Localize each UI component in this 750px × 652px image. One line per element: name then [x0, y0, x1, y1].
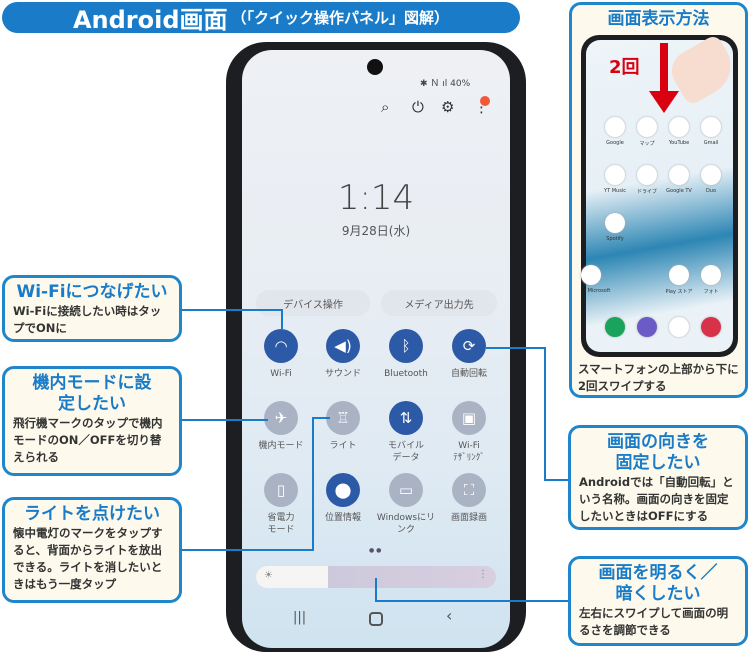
callout-title: 機内モードに設定したい: [32, 373, 152, 414]
callout-text: 左右にスワイプして画面の明るさを調節できる: [579, 606, 729, 637]
app-icon[interactable]: [637, 117, 657, 137]
callout-rotate: 画面の向きを固定したい Androidでは「自動回転」という名称。画面の向きを固…: [568, 425, 748, 530]
callout-title: Wi-Fiにつなげたい: [16, 282, 168, 302]
callout-brightness: 画面を明るく／暗くしたい 左右にスワイプして画面の明るさを調節できる: [568, 556, 748, 646]
app-label: YouTube: [668, 140, 690, 146]
app-label: ドライブ: [636, 189, 657, 195]
callout-text: Wi-Fiに接続したい時はタップでONに: [13, 304, 162, 335]
callout-airplane: 機内モードに設定したい 飛行機マークのタップで機内モードのON／OFFを切り替え…: [2, 366, 182, 476]
swipe-count: 2回: [609, 57, 640, 78]
app-label: フォト: [703, 289, 719, 295]
callout-howto: 画面表示方法 2回 Google マップ YouTube Gmail YT Music ド…: [569, 2, 748, 398]
callout-title: 画面表示方法: [607, 9, 710, 29]
app-label: Play ストア: [665, 289, 693, 295]
brightness-connector: [375, 578, 568, 602]
app-label: Google TV: [666, 188, 692, 194]
callout-text: 懐中電灯のマークをタップすると、背面からライトを放出できる。ライトを消したいとき…: [13, 526, 163, 591]
callout-title: ライトを点けたい: [24, 504, 160, 524]
dock-app-icon[interactable]: [669, 317, 689, 337]
app-label: Duo: [705, 188, 717, 194]
dock-app-icon[interactable]: [701, 317, 721, 337]
callout-wifi: Wi-Fiにつなげたい Wi-Fiに接続したい時はタップでONに: [2, 275, 182, 342]
app-label: YT Music: [604, 188, 626, 194]
app-icon[interactable]: [605, 165, 625, 185]
wifi-connector: [182, 309, 283, 330]
callout-title: 画面の向きを固定したい: [607, 432, 709, 473]
app-icon[interactable]: [605, 117, 625, 137]
mini-phone: 2回 Google マップ YouTube Gmail YT Music ドライブ Goog…: [581, 33, 742, 357]
callout-text: スマートフォンの上部から下に2回スワイプする: [578, 362, 739, 393]
app-icon[interactable]: [701, 165, 721, 185]
app-icon[interactable]: [669, 165, 689, 185]
dock-app-icon[interactable]: [605, 317, 625, 337]
app-label: Google: [606, 140, 624, 146]
app-label: マップ: [639, 141, 655, 147]
dock-app-icon[interactable]: [637, 317, 657, 337]
callout-text: Androidでは「自動回転」という名称。画面の向きを固定したいときはOFFにす…: [579, 475, 734, 523]
app-icon[interactable]: [669, 117, 689, 137]
callout-light: ライトを点けたい 懐中電灯のマークをタップすると、背面からライトを放出できる。ラ…: [2, 497, 182, 603]
app-icon[interactable]: [581, 265, 601, 285]
app-icon[interactable]: [701, 265, 721, 285]
app-icon[interactable]: [637, 165, 657, 185]
app-icon[interactable]: [605, 213, 625, 233]
app-label: Spotify: [606, 236, 624, 242]
rotate-connector: [486, 347, 568, 481]
light-connector: [182, 417, 330, 551]
callout-text: 飛行機マークのタップで機内モードのON／OFFを切り替えられる: [13, 416, 163, 464]
app-label: Microsoft: [587, 288, 611, 294]
callout-title: 画面を明るく／暗くしたい: [598, 563, 718, 604]
app-icon[interactable]: [701, 117, 721, 137]
app-icon[interactable]: [669, 265, 689, 285]
app-label: Gmail: [703, 140, 719, 146]
